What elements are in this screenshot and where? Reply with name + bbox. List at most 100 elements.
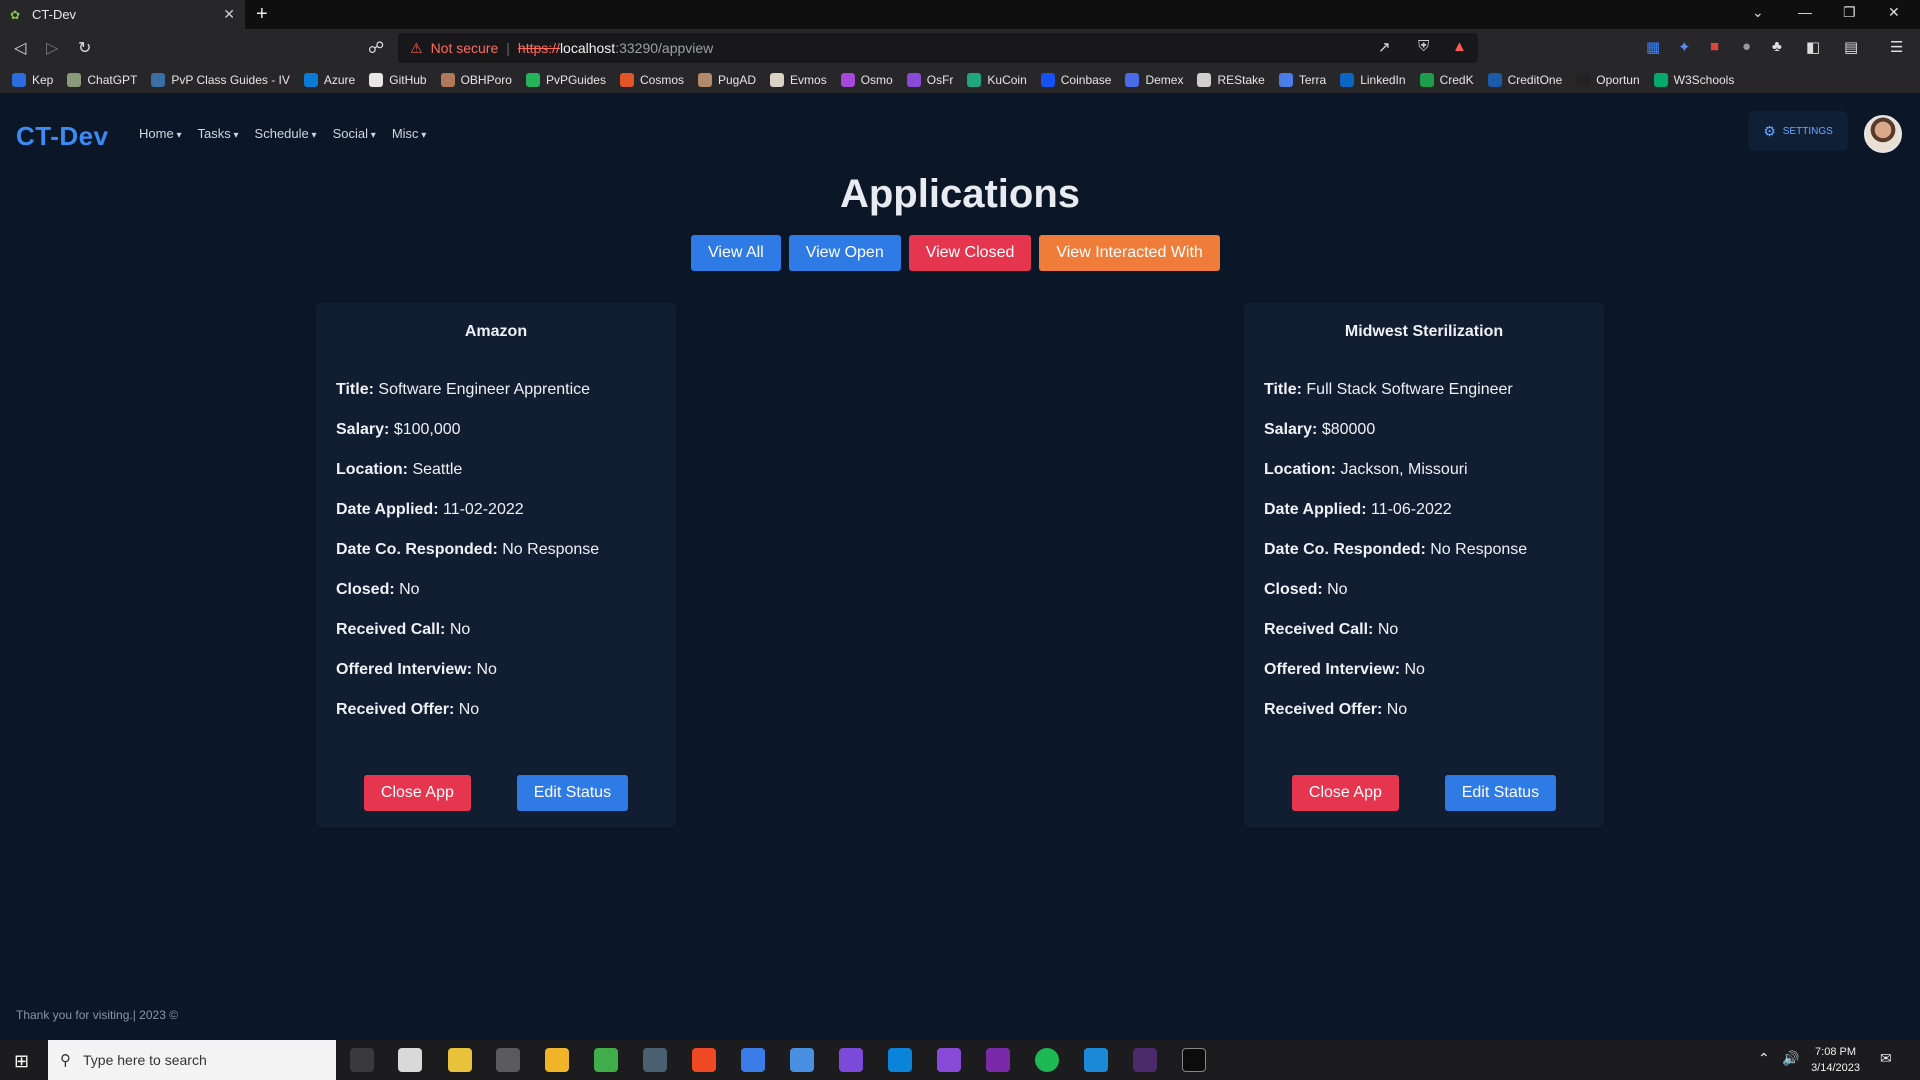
bookmark-favicon-icon (1197, 73, 1212, 87)
avatar[interactable] (1864, 115, 1902, 153)
bookmark-favicon-icon (840, 73, 855, 87)
file-explorer-icon[interactable] (545, 1048, 569, 1072)
terminal-purple-icon[interactable] (1133, 1048, 1157, 1072)
extension-k-icon[interactable]: ▦ (1646, 38, 1660, 56)
new-tab-icon[interactable]: + (256, 3, 268, 26)
sticky-app-icon[interactable] (448, 1048, 472, 1072)
notepad-icon[interactable] (398, 1048, 422, 1072)
view-closed-button[interactable]: View Closed (908, 235, 1032, 271)
app-diamond-icon[interactable] (741, 1048, 765, 1072)
security-warning[interactable]: Not secure (431, 40, 499, 56)
bookmark-item[interactable]: REStake (1197, 73, 1265, 87)
reload-icon[interactable]: ↻ (78, 38, 91, 58)
close-tab-icon[interactable]: ✕ (223, 6, 235, 23)
field-value: 11-06-2022 (1370, 501, 1452, 518)
tray-chevron-icon[interactable]: ⌃ (1758, 1050, 1770, 1067)
address-bar[interactable]: ⚠ Not secure | https:// localhost :33290… (398, 33, 1478, 63)
url-scheme: https:// (517, 40, 560, 56)
spotify-icon[interactable] (1035, 1048, 1059, 1072)
bookmark-item[interactable]: KuCoin (967, 73, 1027, 87)
forward-icon[interactable]: ▷ (46, 38, 58, 58)
field-value: No (476, 661, 497, 678)
bookmark-item[interactable]: PvPGuides (525, 73, 606, 87)
extension-grey-icon[interactable]: ● (1742, 38, 1751, 55)
bookmark-item[interactable]: PvP Class Guides - IV (151, 73, 290, 87)
settings-button[interactable]: ⚙ SETTINGS (1748, 111, 1848, 151)
bookmark-item[interactable]: CreditOne (1487, 73, 1562, 87)
url-path: :33290/appview (615, 40, 714, 56)
wallet-icon[interactable]: ▤ (1844, 38, 1858, 56)
brave-shield-icon[interactable]: ⛨ (1418, 38, 1429, 55)
close-app-button[interactable]: Close App (1291, 775, 1399, 811)
share-icon[interactable]: ↗ (1378, 38, 1391, 56)
bookmark-item[interactable]: Osmo (840, 73, 893, 87)
bookmark-favicon-icon (770, 73, 785, 87)
bookmark-label: PvP Class Guides - IV (171, 73, 290, 87)
view-open-button[interactable]: View Open (788, 235, 901, 271)
task-view-icon[interactable] (350, 1048, 374, 1072)
visual-studio-icon[interactable] (937, 1048, 961, 1072)
menu-misc[interactable]: Misc (392, 126, 427, 141)
bookmark-item[interactable]: GitHub (369, 73, 427, 87)
bookmark-icon[interactable]: ☍ (368, 38, 384, 58)
minecraft-icon[interactable] (594, 1048, 618, 1072)
bookmark-item[interactable]: OsFr (906, 73, 953, 87)
browser-tab[interactable]: ✿ CT-Dev ✕ (0, 0, 245, 29)
menu-tasks[interactable]: Tasks (198, 126, 239, 141)
calculator-icon[interactable] (643, 1048, 667, 1072)
edit-status-button[interactable]: Edit Status (1444, 775, 1557, 811)
bookmark-item[interactable]: LinkedIn (1340, 73, 1406, 87)
notification-icon[interactable]: ✉ (1880, 1050, 1892, 1067)
bookmark-item[interactable]: ChatGPT (67, 73, 137, 87)
restore-icon[interactable]: ❐ (1843, 4, 1856, 21)
bookmark-item[interactable]: W3Schools (1653, 73, 1734, 87)
brave-icon[interactable] (692, 1048, 716, 1072)
minimize-icon[interactable]: — (1798, 4, 1812, 20)
bookmark-favicon-icon (619, 73, 634, 87)
bookmark-item[interactable]: CredK (1419, 73, 1474, 87)
close-app-button[interactable]: Close App (363, 775, 471, 811)
received-offer-row: Received Offer: No (1264, 701, 1584, 720)
field-label: Location: (336, 461, 408, 478)
field-label: Title: (1264, 381, 1302, 398)
vscode-icon[interactable] (888, 1048, 912, 1072)
view-all-button[interactable]: View All (691, 235, 781, 271)
bookmark-item[interactable]: Kep (12, 73, 53, 87)
bookmark-item[interactable]: OBHPoro (440, 73, 512, 87)
bookmark-item[interactable]: Terra (1278, 73, 1326, 87)
menu-social[interactable]: Social (333, 126, 376, 141)
menu-home[interactable]: Home (139, 126, 182, 141)
bookmark-item[interactable]: Cosmos (619, 73, 684, 87)
menu-icon[interactable]: ☰ (1890, 38, 1903, 56)
onenote-icon[interactable] (986, 1048, 1010, 1072)
edit-status-button[interactable]: Edit Status (516, 775, 629, 811)
brand-logo[interactable]: CT-Dev (16, 121, 109, 152)
url-separator: | (506, 40, 510, 56)
back-icon[interactable]: ◁ (14, 38, 26, 58)
camera-icon[interactable] (496, 1048, 520, 1072)
rewards-icon[interactable]: ▲ (1452, 38, 1467, 55)
bookmark-item[interactable]: Coinbase (1040, 73, 1111, 87)
extension-red-icon[interactable]: ■ (1710, 38, 1719, 55)
volume-icon[interactable]: 🔊 (1782, 1050, 1799, 1067)
bookmark-item[interactable]: Evmos (770, 73, 827, 87)
bookmark-label: Demex (1145, 73, 1184, 87)
terminal-icon[interactable] (1182, 1048, 1206, 1072)
windows-start-icon[interactable]: ⊞ (14, 1051, 29, 1072)
bookmark-item[interactable]: PugAD (698, 73, 756, 87)
tab-search-icon[interactable]: ⌄ (1752, 4, 1764, 21)
taskbar-search-input[interactable]: ⚲ Type here to search (48, 1040, 336, 1080)
menu-schedule[interactable]: Schedule (255, 126, 317, 141)
vscode-insiders-icon[interactable] (1084, 1048, 1108, 1072)
clock[interactable]: 7:08 PM 3/14/2023 (1811, 1044, 1860, 1076)
view-interacted-button[interactable]: View Interacted With (1039, 235, 1220, 271)
bookmark-item[interactable]: Oportun (1576, 73, 1640, 87)
extension-terra-icon[interactable]: ✦ (1678, 38, 1691, 56)
extensions-puzzle-icon[interactable]: ♣ (1772, 38, 1782, 55)
azure-data-studio-icon[interactable] (790, 1048, 814, 1072)
close-window-icon[interactable]: ✕ (1888, 4, 1900, 21)
sidebar-icon[interactable]: ◧ (1806, 38, 1820, 56)
app-purple-icon[interactable] (839, 1048, 863, 1072)
bookmark-item[interactable]: Azure (303, 73, 355, 87)
bookmark-item[interactable]: Demex (1125, 73, 1183, 87)
